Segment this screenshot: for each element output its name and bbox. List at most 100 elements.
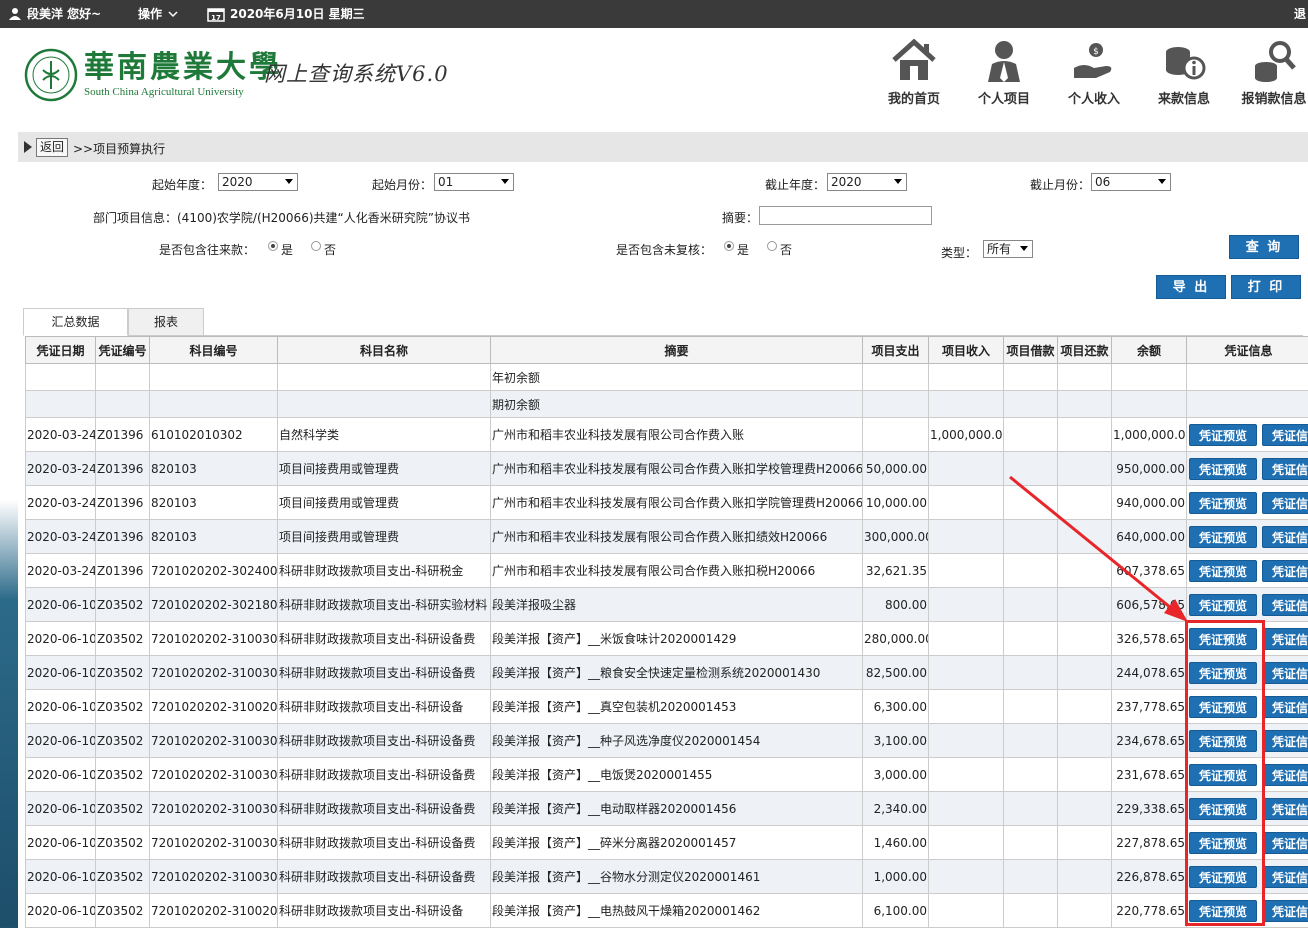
voucher-info-button[interactable]: 凭证信 [1262,831,1308,854]
cell-voucher: 凭证预览 凭证信 [1186,519,1308,554]
voucher-preview-button[interactable]: 凭证预览 [1189,559,1258,582]
start-year-select[interactable]: 2020 [218,173,298,191]
back-button[interactable]: 返回 [36,138,69,157]
cell-voucher [1186,390,1308,418]
column-header: 项目还款 [1057,336,1112,364]
operate-menu[interactable]: 操作 [138,0,178,28]
cell-bal: 640,000.00 [1111,519,1187,554]
nav-incoming-funds[interactable]: 来款信息 [1144,38,1224,107]
column-header: 项目收入 [928,336,1004,364]
cell-summary: 段美洋报【资产】__电动取样器2020001456 [490,791,863,826]
cell-inc [928,451,1004,486]
cell-summary: 广州市和稻丰农业科技发展有限公司合作费入账 [490,417,863,452]
cell-loan [1003,757,1058,792]
voucher-info-button[interactable]: 凭证信 [1262,593,1308,616]
end-year-select[interactable]: 2020 [827,173,907,191]
table-row: 2020-06-10 Z03502 7201020202-3100203 科研非财政拨… [25,893,1308,928]
voucher-info-button[interactable]: 凭证信 [1262,525,1308,548]
cell-loan [1003,723,1058,758]
cell-code: 7201020202-3100303 [149,621,278,656]
include-transfer-no-radio[interactable] [311,241,321,251]
query-button[interactable]: 查 询 [1229,235,1299,259]
table-row: 2020-06-10 Z03502 7201020202-3100303 科研非财政拨… [25,621,1308,656]
voucher-info-button[interactable]: 凭证信 [1262,695,1308,718]
nav-reimbursement-info[interactable]: 报销款信息 [1234,38,1308,107]
tab-summary-data[interactable]: 汇总数据 [23,308,128,336]
cell-loan [1003,417,1058,452]
voucher-info-button[interactable]: 凭证信 [1262,763,1308,786]
cell-name: 科研非财政拨款项目支出-科研设备费 [277,723,491,758]
cell-code [149,363,278,391]
cell-code: 7201020202-3100203 [149,689,278,724]
ledger-table: 凭证日期 凭证编号 科目编号 科目名称 摘要 项目支出 项目收入 项目借款 项目还款 余额 凭证信息… [25,336,1308,928]
include-transfer-yes-radio[interactable] [268,241,278,251]
cell-no: Z01396 [95,519,150,554]
cell-code: 7201020202-3021802 [149,587,278,622]
voucher-info-button[interactable]: 凭证信 [1262,899,1308,922]
cell-repay [1057,451,1112,486]
voucher-info-button[interactable]: 凭证信 [1262,627,1308,650]
cell-voucher: 凭证预览 凭证信 [1186,417,1308,452]
cell-date: 2020-03-24 [25,485,96,520]
cell-voucher: 凭证预览 凭证信 [1186,553,1308,588]
cell-date: 2020-03-24 [25,451,96,486]
cell-code: 7201020202-3100303 [149,791,278,826]
cell-date: 2020-06-10 [25,723,96,758]
hand-money-icon: $ [1074,43,1112,78]
type-label: 类型： [941,246,978,260]
type-select[interactable]: 所有 [983,240,1033,258]
table-row: 2020-06-10 Z03502 7201020202-3100303 科研非财政拨… [25,757,1308,792]
cell-repay [1057,485,1112,520]
voucher-info-button[interactable]: 凭证信 [1262,491,1308,514]
export-button[interactable]: 导 出 [1156,275,1226,299]
cell-date: 2020-06-10 [25,655,96,690]
nav-personal-project[interactable]: 个人项目 [964,38,1044,107]
cell-no: Z03502 [95,825,150,860]
voucher-preview-button[interactable]: 凭证预览 [1189,525,1258,548]
dept-project-info: 部门项目信息：(4100)农学院/(H20066)共建“人化香米研究院”协议书 [93,211,470,225]
table-row: 2020-03-24 Z01396 610102010302 自然科学类 广州市和稻丰农… [25,417,1308,452]
highlight-box [1185,620,1265,926]
voucher-info-button[interactable]: 凭证信 [1262,865,1308,888]
cell-name [277,390,491,418]
voucher-preview-button[interactable]: 凭证预览 [1189,423,1258,446]
column-header: 凭证信息 [1186,336,1308,364]
cell-date: 2020-06-10 [25,859,96,894]
current-date: 17 2020年6月10日 星期三 [207,0,365,28]
cell-exp: 280,000.00 [862,621,929,656]
cell-summary: 段美洋报【资产】__电饭煲2020001455 [490,757,863,792]
cell-repay [1057,825,1112,860]
cell-voucher [1186,363,1308,391]
table-row: 2020-06-10 Z03502 7201020202-3100303 科研非财政拨… [25,825,1308,860]
include-unreviewed-yes-radio[interactable] [724,241,734,251]
voucher-info-button[interactable]: 凭证信 [1262,729,1308,752]
voucher-info-button[interactable]: 凭证信 [1262,661,1308,684]
voucher-info-button[interactable]: 凭证信 [1262,559,1308,582]
nav-home[interactable]: 我的首页 [874,38,954,107]
print-button[interactable]: 打 印 [1231,275,1301,299]
cell-inc [928,390,1004,418]
summary-input[interactable] [759,206,932,225]
include-unreviewed-no-radio[interactable] [767,241,777,251]
user-greeting[interactable]: 段美洋 您好~ [8,0,101,28]
cell-inc: 1,000,000.00 [928,417,1004,452]
tab-report[interactable]: 报表 [128,308,204,336]
voucher-info-button[interactable]: 凭证信 [1262,423,1308,446]
cell-no: Z03502 [95,621,150,656]
cell-name [277,363,491,391]
cell-loan [1003,689,1058,724]
start-month-select[interactable]: 01 [434,173,514,191]
nav-personal-income[interactable]: $ 个人收入 [1054,38,1134,107]
voucher-preview-button[interactable]: 凭证预览 [1189,593,1258,616]
voucher-info-button[interactable]: 凭证信 [1262,457,1308,480]
voucher-info-button[interactable]: 凭证信 [1262,797,1308,820]
include-transfer-no-label: 否 [324,243,337,257]
cell-summary: 广州市和稻丰农业科技发展有限公司合作费入账扣税H20066 [490,553,863,588]
end-year-label: 截止年度： [765,178,826,192]
cell-exp: 10,000.00 [862,485,929,520]
logout-link[interactable]: 退 [1294,0,1306,28]
include-unreviewed-label: 是否包含未复核： [616,243,713,257]
voucher-preview-button[interactable]: 凭证预览 [1189,491,1258,514]
end-month-select[interactable]: 06 [1091,173,1171,191]
voucher-preview-button[interactable]: 凭证预览 [1189,457,1258,480]
